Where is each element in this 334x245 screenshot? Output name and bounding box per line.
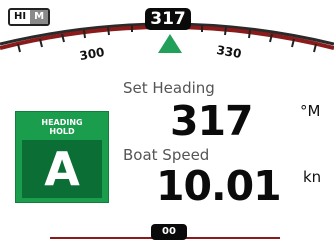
mode-hi-label: HI: [10, 10, 31, 24]
up-triangle-icon: [158, 34, 182, 53]
mode-indicator[interactable]: HI M: [8, 8, 51, 26]
autopilot-mode-letter: A: [22, 140, 102, 198]
heading-hold-line1: HEADING: [41, 118, 83, 127]
mode-m-label: M: [30, 10, 49, 24]
compass-tick-label-left: 300: [78, 45, 105, 63]
set-heading-unit: °M: [300, 102, 321, 120]
set-heading-value: 317: [170, 97, 254, 145]
autopilot-screen: 300 330 HI M 317 Set Heading 317 °M Boat…: [0, 0, 334, 245]
current-heading-box: 317: [145, 8, 191, 30]
compass-tick-label-right: 330: [215, 43, 242, 61]
boat-speed-value: 10.01: [156, 162, 282, 210]
rudder-value-box: 00: [151, 224, 187, 240]
heading-hold-button[interactable]: HEADING HOLD A: [15, 111, 109, 203]
heading-hold-line2: HOLD: [49, 127, 75, 136]
boat-speed-unit: kn: [303, 168, 322, 186]
set-heading-label: Set Heading: [123, 79, 215, 97]
